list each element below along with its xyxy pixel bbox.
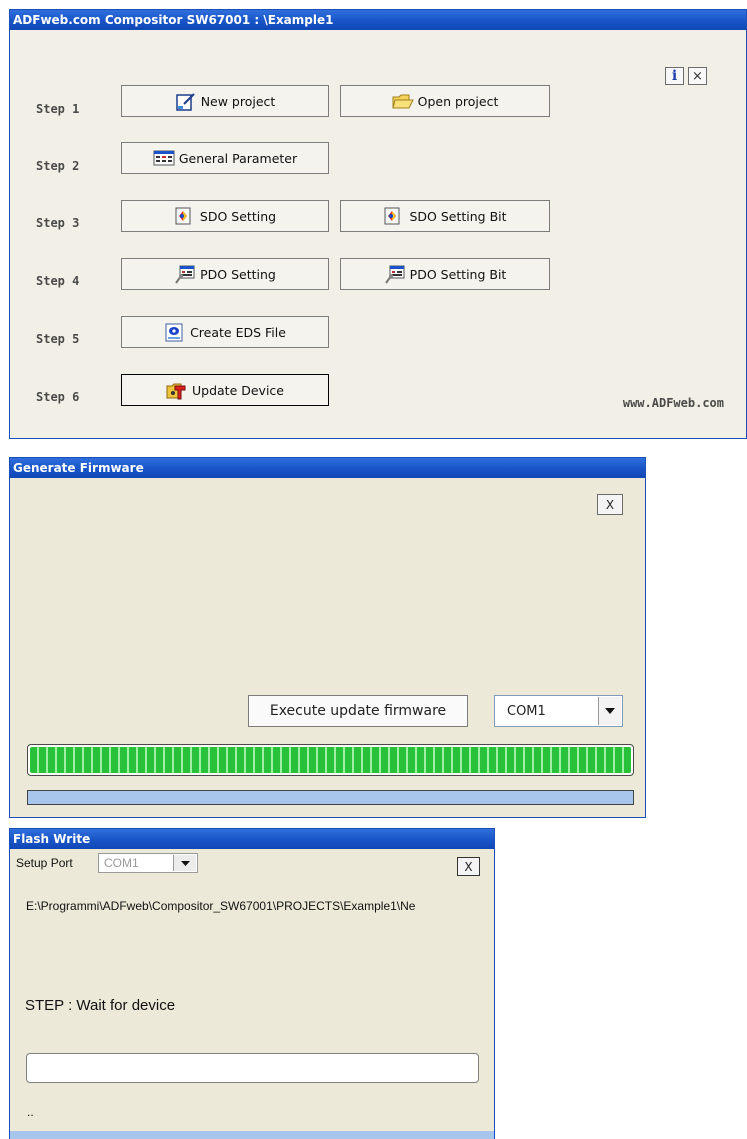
step-status-text: STEP : Wait for device [25, 997, 176, 1014]
compositor-title: ADFweb.com Compositor SW67001 : \Example… [10, 10, 746, 30]
pdo-setting-button[interactable]: PDO Setting [121, 258, 329, 290]
open-project-label: Open project [417, 93, 499, 109]
eds-file-icon [164, 323, 184, 342]
close-icon: X [464, 859, 473, 874]
open-project-button[interactable]: Open project [340, 85, 550, 117]
setup-port-select[interactable]: COM1 [98, 853, 198, 873]
step-3-label: Step 3 [36, 216, 80, 230]
com-port-select[interactable]: COM1 [494, 695, 623, 727]
sdo-setting-bit-button[interactable]: SDO Setting Bit [340, 200, 550, 232]
info-icon: i [671, 68, 678, 84]
sdo-setting-bit-label: SDO Setting Bit [409, 208, 507, 224]
close-button[interactable]: × [688, 67, 707, 85]
open-folder-icon [391, 92, 414, 110]
flash-status-text: .. [27, 1105, 34, 1119]
step-1-label: Step 1 [36, 102, 80, 116]
firmware-progress-fill [30, 747, 631, 773]
step-5-label: Step 5 [36, 332, 80, 346]
flash-write-title: Flash Write [10, 829, 494, 849]
setup-port-value: COM1 [104, 856, 139, 870]
compositor-window: ADFweb.com Compositor SW67001 : \Example… [9, 9, 747, 439]
step-2-label: Step 2 [36, 159, 80, 173]
close-button[interactable]: X [597, 494, 623, 515]
update-device-label: Update Device [192, 382, 284, 398]
sdo-icon [383, 207, 403, 225]
general-parameter-icon [153, 149, 175, 167]
execute-update-firmware-label: Execute update firmware [269, 703, 447, 719]
flash-write-window: Flash Write Setup Port COM1 X E:\Program… [9, 828, 495, 1139]
update-device-icon [166, 381, 186, 400]
secondary-progress-bar [27, 790, 634, 805]
dropdown-arrow-icon[interactable] [598, 697, 621, 725]
close-button[interactable]: X [457, 857, 480, 876]
generate-firmware-window: Generate Firmware X Execute update firmw… [9, 457, 646, 818]
execute-update-firmware-button[interactable]: Execute update firmware [248, 695, 468, 727]
close-icon: X [605, 497, 615, 512]
com-port-value: COM1 [507, 704, 546, 719]
pdo-icon [384, 265, 405, 284]
new-project-button[interactable]: New project [121, 85, 329, 117]
step-6-label: Step 6 [36, 390, 80, 404]
close-icon: × [692, 68, 703, 84]
project-path-text: E:\Programmi\ADFweb\Compositor_SW67001\P… [26, 899, 416, 913]
website-label: www.ADFweb.com [622, 396, 724, 410]
pdo-setting-label: PDO Setting [200, 266, 276, 282]
new-project-label: New project [200, 93, 276, 109]
firmware-progress-bar [27, 744, 634, 776]
sdo-icon [174, 207, 194, 225]
sdo-setting-label: SDO Setting [199, 208, 277, 224]
create-eds-label: Create EDS File [190, 324, 286, 340]
update-device-button[interactable]: Update Device [121, 374, 329, 406]
setup-port-label: Setup Port [16, 856, 73, 870]
create-eds-button[interactable]: Create EDS File [121, 316, 329, 348]
info-button[interactable]: i [665, 67, 684, 85]
pdo-setting-bit-button[interactable]: PDO Setting Bit [340, 258, 550, 290]
flash-progress-bar [26, 1053, 479, 1083]
bottom-progress-strip [10, 1131, 494, 1139]
general-parameter-label: General Parameter [178, 150, 298, 166]
generate-firmware-title: Generate Firmware [10, 458, 645, 478]
step-4-label: Step 4 [36, 274, 80, 288]
new-project-icon [175, 92, 195, 111]
pdo-setting-bit-label: PDO Setting Bit [409, 266, 507, 282]
pdo-icon [174, 265, 195, 284]
general-parameter-button[interactable]: General Parameter [121, 142, 329, 174]
sdo-setting-button[interactable]: SDO Setting [121, 200, 329, 232]
dropdown-arrow-icon[interactable] [173, 855, 196, 871]
